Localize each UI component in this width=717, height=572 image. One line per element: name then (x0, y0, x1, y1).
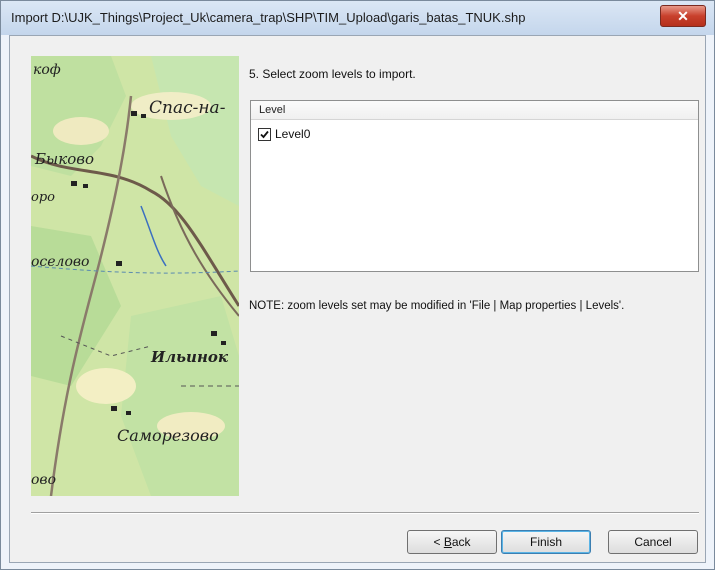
note-text: NOTE: zoom levels set may be modified in… (249, 300, 625, 312)
import-dialog-window: Import D:\UJK_Things\Project_Uk\camera_t… (0, 0, 715, 570)
map-fragment-kof: коф (33, 62, 61, 78)
title-bar[interactable]: Import D:\UJK_Things\Project_Uk\camera_t… (1, 1, 714, 35)
back-button[interactable]: < Back (407, 530, 497, 554)
map-fragment-oro: оро (31, 190, 55, 205)
finish-button[interactable]: Finish (501, 530, 591, 554)
level0-checkbox[interactable] (258, 127, 271, 141)
step-label: 5. Select zoom levels to import. (249, 67, 416, 81)
list-header-level[interactable]: Level (251, 101, 698, 120)
map-fragment-oselovo: оселово (31, 254, 90, 270)
map-label-bykovo: Быково (35, 150, 94, 168)
close-button[interactable]: ✕ (660, 5, 706, 27)
map-label-spas: Спас-на- (149, 98, 226, 118)
back-button-rest: ack (451, 535, 471, 549)
close-icon: ✕ (677, 8, 689, 24)
map-label-ilinok: Ильинок (151, 348, 229, 366)
dialog-client-area: Спас-на- Быково Ильинок Саморезово коф о… (9, 35, 706, 563)
cancel-button[interactable]: Cancel (608, 530, 698, 554)
button-separator (31, 512, 699, 514)
window-title: Import D:\UJK_Things\Project_Uk\camera_t… (11, 10, 526, 25)
map-label-samorezovo: Саморезово (117, 426, 219, 445)
checkmark-icon (260, 130, 269, 138)
zoom-levels-list[interactable]: Level Level0 (250, 100, 699, 272)
map-fragment-ovo: ово (31, 472, 57, 488)
back-button-prefix: < (433, 535, 444, 549)
level0-label: Level0 (275, 127, 311, 141)
back-button-accel: B (443, 535, 452, 549)
list-item-level0[interactable]: Level0 (251, 125, 698, 143)
map-preview-image: Спас-на- Быково Ильинок Саморезово коф о… (31, 56, 239, 496)
